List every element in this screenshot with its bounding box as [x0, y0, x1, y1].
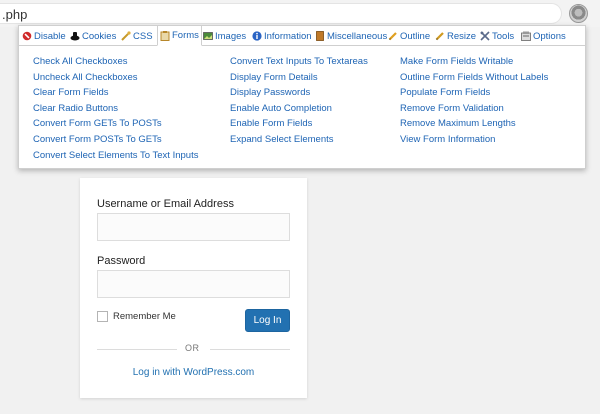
username-label: Username or Email Address [97, 198, 234, 210]
url-text: .php [2, 7, 28, 22]
forms-column-3: Make Form Fields Writable Outline Form F… [400, 54, 548, 148]
clear-radio-buttons-link[interactable]: Clear Radio Buttons [33, 101, 198, 117]
tab-outline[interactable]: Outline [388, 26, 430, 46]
password-label: Password [97, 255, 146, 267]
tab-cookies[interactable]: Cookies [70, 26, 116, 46]
tab-miscellaneous[interactable]: Miscellaneous [315, 26, 387, 46]
tab-label: Tools [492, 30, 515, 42]
password-field[interactable] [97, 270, 290, 298]
tools-icon [480, 31, 490, 41]
forms-column-2: Convert Text Inputs To Textareas Display… [230, 54, 368, 148]
login-form: Username or Email Address Password Remem… [80, 178, 307, 398]
remove-form-validation-link[interactable]: Remove Form Validation [400, 101, 548, 117]
web-developer-panel: Disable Cookies CSS Forms Images Informa… [18, 25, 586, 169]
tab-resize[interactable]: Resize [435, 26, 476, 46]
tab-label: Cookies [82, 30, 117, 42]
uncheck-all-checkboxes-link[interactable]: Uncheck All Checkboxes [33, 70, 198, 86]
miscellaneous-icon [315, 31, 325, 41]
clear-form-fields-link[interactable]: Clear Form Fields [33, 85, 198, 101]
options-icon [521, 31, 531, 41]
remember-me-label: Remember Me [113, 311, 176, 322]
check-all-checkboxes-link[interactable]: Check All Checkboxes [33, 54, 198, 70]
css-icon [121, 31, 131, 41]
outline-fields-without-labels-link[interactable]: Outline Form Fields Without Labels [400, 70, 548, 86]
tab-information[interactable]: Information [252, 26, 312, 46]
tab-label: Options [533, 30, 566, 42]
extension-icon[interactable] [569, 4, 588, 23]
or-separator: OR [185, 343, 200, 353]
make-fields-writable-link[interactable]: Make Form Fields Writable [400, 54, 548, 70]
tab-label: Images [215, 30, 247, 42]
url-field[interactable]: .php [0, 3, 562, 24]
divider-right [210, 349, 290, 350]
forms-column-1: Check All Checkboxes Uncheck All Checkbo… [33, 54, 198, 163]
divider-left [97, 349, 177, 350]
enable-auto-completion-link[interactable]: Enable Auto Completion [230, 101, 368, 117]
outline-icon [388, 31, 398, 41]
convert-select-to-text-link[interactable]: Convert Select Elements To Text Inputs [33, 148, 198, 164]
expand-select-elements-link[interactable]: Expand Select Elements [230, 132, 368, 148]
convert-gets-to-posts-link[interactable]: Convert Form GETs To POSTs [33, 116, 198, 132]
images-icon [203, 31, 213, 41]
login-button[interactable]: Log In [245, 309, 290, 332]
address-bar: .php [0, 0, 600, 27]
remove-maximum-lengths-link[interactable]: Remove Maximum Lengths [400, 116, 548, 132]
tab-label: Miscellaneous [327, 30, 388, 42]
username-field[interactable] [97, 213, 290, 241]
information-icon [252, 31, 262, 41]
display-form-details-link[interactable]: Display Form Details [230, 70, 368, 86]
forms-icon [160, 30, 170, 41]
tab-label: Information [264, 30, 312, 42]
tab-label: Resize [447, 30, 477, 42]
tab-label: Disable [34, 30, 66, 42]
disable-icon [22, 31, 32, 41]
view-form-information-link[interactable]: View Form Information [400, 132, 548, 148]
tab-tools[interactable]: Tools [480, 26, 514, 46]
display-passwords-link[interactable]: Display Passwords [230, 85, 368, 101]
cookies-icon [70, 31, 80, 41]
tab-disable[interactable]: Disable [22, 26, 66, 46]
toolbar-tabs: Disable Cookies CSS Forms Images Informa… [19, 25, 585, 46]
tab-label: CSS [133, 30, 153, 42]
convert-posts-to-gets-link[interactable]: Convert Form POSTs To GETs [33, 132, 198, 148]
tab-label: Outline [400, 30, 431, 42]
tab-label: Forms [172, 30, 199, 41]
convert-inputs-to-textareas-link[interactable]: Convert Text Inputs To Textareas [230, 54, 368, 70]
wordpress-login-link[interactable]: Log in with WordPress.com [80, 367, 307, 378]
tab-css[interactable]: CSS [121, 26, 153, 46]
remember-me-checkbox[interactable] [97, 311, 108, 322]
tab-options[interactable]: Options [521, 26, 566, 46]
tab-forms[interactable]: Forms [157, 25, 202, 46]
resize-icon [435, 31, 445, 41]
populate-form-fields-link[interactable]: Populate Form Fields [400, 85, 548, 101]
enable-form-fields-link[interactable]: Enable Form Fields [230, 116, 368, 132]
tab-images[interactable]: Images [203, 26, 246, 46]
